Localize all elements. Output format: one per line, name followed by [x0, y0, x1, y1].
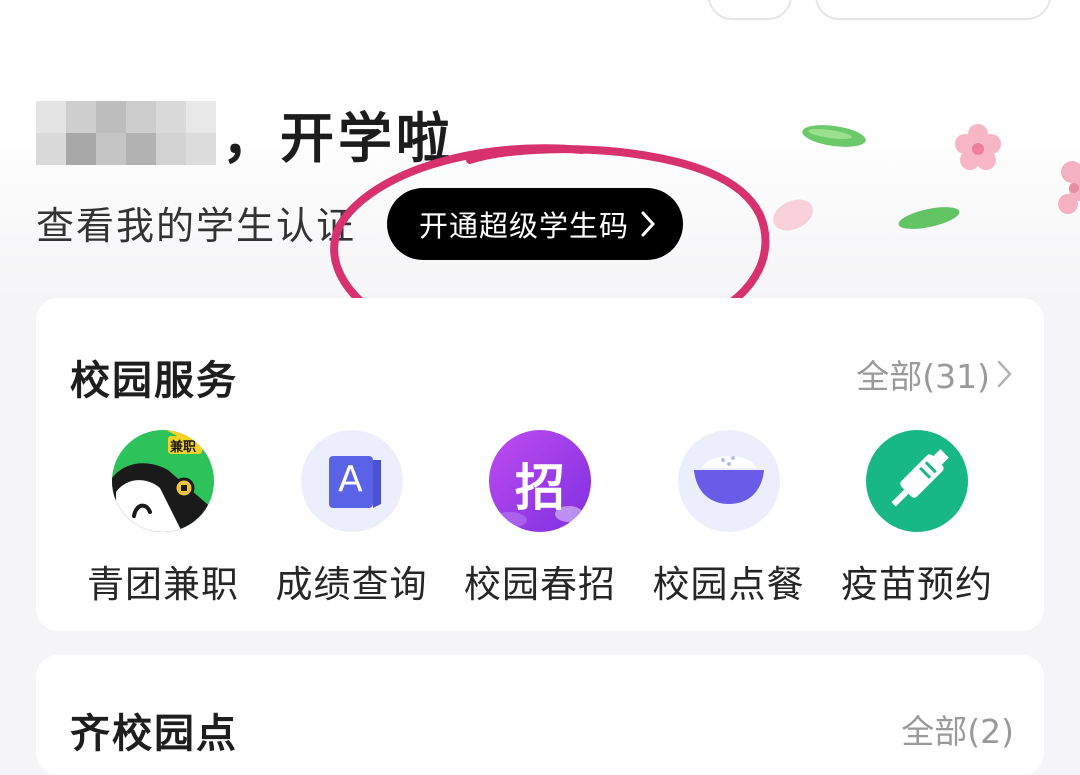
campus-services-more-link[interactable]: 全部(31) [856, 350, 1014, 398]
service-label: 青团兼职 [87, 563, 239, 606]
spring-recruitment-glyph: 招 [515, 459, 565, 517]
service-food-order[interactable]: 校园点餐 [652, 430, 805, 608]
service-part-time-job[interactable]: 兼职 青团兼职 [87, 430, 239, 608]
part-time-job-icon: 兼职 [112, 430, 214, 532]
food-order-icon [677, 430, 780, 532]
grade-query-icon: A [300, 430, 403, 532]
service-list: 兼职 青团兼职 A 成绩查询 招 校园春招 校园点餐 疫苗预约 [36, 430, 1044, 608]
chevron-right-icon [996, 358, 1014, 390]
service-label: 校园春招 [464, 563, 616, 606]
spring-recruitment-icon: 招 [489, 430, 591, 532]
campus-services-card: 校园服务 全部(31) 兼职 青团兼职 A 成绩查询 招 校园春招 校园点餐 疫… [36, 298, 1044, 631]
service-label: 校园点餐 [652, 563, 805, 606]
service-label: 疫苗预约 [841, 563, 993, 606]
second-card-more-link[interactable]: 全部(2) [901, 705, 1014, 753]
second-card: 齐校园点 全部(2) [36, 655, 1044, 775]
grade-query-glyph: A [338, 459, 363, 500]
service-grade-query[interactable]: A 成绩查询 [275, 430, 428, 608]
campus-services-title: 校园服务 [70, 358, 238, 404]
vaccine-icon [866, 430, 968, 532]
service-vaccine[interactable]: 疫苗预约 [841, 430, 993, 608]
second-card-title: 齐校园点 [70, 711, 238, 757]
more-label: 全部(31) [856, 357, 990, 396]
part-time-job-badge: 兼职 [170, 440, 197, 455]
service-spring-recruitment[interactable]: 招 校园春招 [464, 430, 616, 608]
service-label: 成绩查询 [275, 563, 428, 606]
more-label: 全部(2) [901, 712, 1014, 751]
